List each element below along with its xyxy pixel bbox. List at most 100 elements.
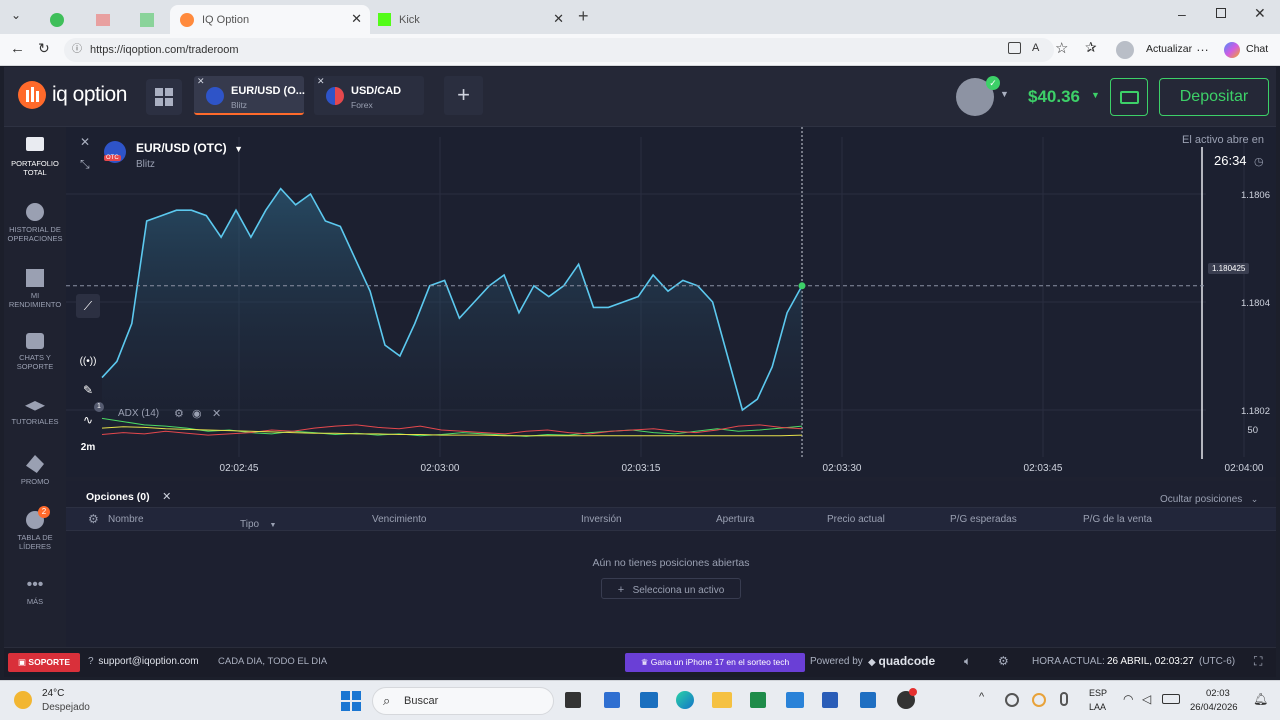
- tray-icon-1[interactable]: [1005, 693, 1019, 707]
- show-hidden-icons[interactable]: ^: [979, 691, 984, 703]
- sidebar-item-portfolio[interactable]: PORTAFOLIO TOTAL: [4, 137, 66, 177]
- indicators-button[interactable]: ((•)): [76, 350, 100, 374]
- avatar-dropdown-icon[interactable]: ▼: [1000, 89, 1009, 99]
- battery-icon[interactable]: [1162, 694, 1180, 704]
- support-email-link[interactable]: ? support@iqoption.com: [88, 656, 199, 667]
- select-asset-button[interactable]: + Selecciona un activo: [601, 578, 741, 599]
- hide-positions-button[interactable]: Ocultar posiciones ⌄: [1160, 489, 1258, 507]
- grid-menu-button[interactable]: [146, 79, 182, 115]
- close-tab-icon[interactable]: ✕: [162, 491, 171, 503]
- close-tab-icon[interactable]: ✕: [197, 76, 205, 87]
- close-window-button[interactable]: ✕: [1254, 5, 1266, 22]
- reload-icon[interactable]: ↻: [38, 40, 50, 57]
- deposit-button[interactable]: Depositar: [1159, 78, 1269, 116]
- file-explorer-icon[interactable]: [712, 692, 732, 708]
- edge-icon[interactable]: [676, 691, 694, 709]
- asset-selector[interactable]: EUR/USD (OTC) ▼: [136, 139, 243, 157]
- mail-app-icon[interactable]: [786, 692, 804, 708]
- browser-tab-kick[interactable]: Kick ✕: [372, 5, 572, 34]
- asset-tab-usdcad[interactable]: ✕ USD/CAD Forex: [314, 76, 424, 115]
- adx-remove-icon[interactable]: ✕: [212, 407, 221, 420]
- promo-banner[interactable]: ♛ Gana un iPhone 17 en el sorteo tech: [625, 653, 805, 672]
- minimize-button[interactable]: –: [1178, 6, 1186, 22]
- tray-icon-2[interactable]: [1032, 693, 1046, 707]
- add-asset-button[interactable]: +: [444, 76, 483, 115]
- adx-visibility-icon[interactable]: ◉: [192, 407, 202, 420]
- column-header-tipo[interactable]: Tipo ▼: [240, 514, 276, 532]
- adx-settings-icon[interactable]: ⚙: [174, 407, 184, 420]
- close-tab-icon[interactable]: ✕: [317, 76, 325, 87]
- taskbar-search[interactable]: ⌕ Buscar: [372, 687, 554, 715]
- close-tab-icon[interactable]: ✕: [553, 11, 564, 27]
- sidebar-item-leaderboard[interactable]: 2 TABLA DE LÍDERES: [4, 506, 66, 551]
- profile-avatar[interactable]: [1116, 41, 1134, 59]
- wifi-icon[interactable]: ◠: [1123, 692, 1133, 706]
- browser-tab-mail[interactable]: [88, 5, 128, 34]
- favorite-star-icon[interactable]: ☆: [1055, 39, 1068, 57]
- favorites-icon[interactable]: ✰: [1085, 39, 1097, 56]
- excel-icon[interactable]: [750, 692, 766, 708]
- update-button[interactable]: Actualizar: [1146, 43, 1192, 55]
- asset-tab-eurusd[interactable]: ✕ EUR/USD (O... Blitz: [194, 76, 305, 115]
- more-options-icon[interactable]: …: [1196, 39, 1209, 54]
- volume-icon[interactable]: ◁: [1142, 692, 1151, 706]
- balance-dropdown-icon[interactable]: ▼: [1091, 90, 1100, 100]
- sidebar-item-chats[interactable]: CHATS Y SOPORTE: [4, 333, 66, 371]
- back-icon[interactable]: ←: [10, 40, 25, 57]
- outlook-icon[interactable]: [640, 692, 658, 708]
- timeframe-button[interactable]: 2m: [76, 437, 100, 459]
- asset-tab-sub: Forex: [351, 100, 373, 110]
- sidebar-item-more[interactable]: ••• MÁS: [4, 577, 66, 607]
- tab-options[interactable]: Opciones (0) ✕: [86, 487, 171, 505]
- fullscreen-icon[interactable]: ⛶: [1254, 654, 1262, 669]
- price-chart[interactable]: 02:02:45 02:03:00 02:03:15 02:03:30 02:03:45…: [66, 127, 1276, 477]
- install-app-icon[interactable]: [1008, 42, 1021, 54]
- sidebar-item-performance[interactable]: MI RENDIMIENTO: [4, 269, 66, 309]
- chart-type-button[interactable]: ⟋: [76, 294, 100, 318]
- copilot-icon[interactable]: [1224, 42, 1240, 58]
- read-aloud-icon[interactable]: A: [1032, 42, 1039, 54]
- settings-icon[interactable]: ⚙: [998, 654, 1009, 668]
- url-field[interactable]: ⓘ https://iqoption.com/traderoom: [64, 38, 1054, 62]
- chrome-icon[interactable]: [897, 688, 917, 709]
- close-tab-icon[interactable]: ✕: [351, 11, 362, 27]
- widgets-icon[interactable]: [604, 692, 620, 708]
- asset-tab-sub: Blitz: [231, 100, 248, 110]
- support-email: support@iqoption.com: [98, 656, 199, 667]
- microphone-icon[interactable]: [1060, 692, 1068, 706]
- browser-tab-sheets[interactable]: [132, 5, 172, 34]
- sidebar-item-promo[interactable]: PROMO: [4, 455, 66, 486]
- support-button[interactable]: ▣ SOPORTE: [8, 653, 80, 672]
- keyboard-layout[interactable]: LAA: [1089, 702, 1106, 712]
- drawing-tools-button[interactable]: ✎: [76, 378, 100, 402]
- browser-menu-button[interactable]: ⌄: [6, 8, 26, 26]
- browser-tab-iqoption[interactable]: IQ Option ✕: [170, 5, 370, 34]
- notification-bell-icon[interactable]: 🔔︎: [1253, 692, 1268, 706]
- sidebar-item-history[interactable]: HISTORIAL DE OPERACIONES: [4, 203, 66, 243]
- balance-display[interactable]: $40.36: [1028, 87, 1080, 107]
- chart-svg[interactable]: 02:02:45 02:03:00 02:03:15 02:03:30 02:03:45…: [66, 127, 1276, 477]
- clock-time[interactable]: 02:03: [1206, 688, 1230, 699]
- start-button[interactable]: [341, 691, 361, 711]
- site-info-icon[interactable]: ⓘ: [72, 38, 82, 62]
- indicator-toggle-button[interactable]: ∿ 1: [76, 402, 104, 432]
- language-code[interactable]: ESP: [1089, 688, 1107, 698]
- close-chart-icon[interactable]: ✕: [80, 135, 90, 149]
- sound-icon[interactable]: 🔈︎: [964, 654, 971, 669]
- account-switch-button[interactable]: [1110, 78, 1148, 116]
- task-view-icon[interactable]: [565, 692, 581, 708]
- y-tick-label: 1.1806: [1241, 190, 1270, 201]
- new-tab-button[interactable]: +: [578, 6, 589, 27]
- iq-option-logo[interactable]: iq option: [18, 81, 127, 109]
- maximize-button[interactable]: [1216, 8, 1226, 18]
- collapse-chart-icon[interactable]: ⤡: [80, 157, 90, 172]
- clock-date[interactable]: 26/04/2026: [1190, 702, 1238, 713]
- word-icon[interactable]: [822, 692, 838, 708]
- calculator-icon[interactable]: [860, 692, 876, 708]
- sidebar-item-tutorials[interactable]: TUTORIALES: [4, 401, 66, 426]
- quadcode-brand: ◆ quadcode: [868, 654, 935, 668]
- user-avatar[interactable]: ✓: [956, 76, 1000, 116]
- settings-gear-icon[interactable]: ⚙: [88, 512, 99, 526]
- browser-tab-whatsapp[interactable]: [44, 5, 84, 34]
- copilot-label[interactable]: Chat: [1246, 43, 1268, 55]
